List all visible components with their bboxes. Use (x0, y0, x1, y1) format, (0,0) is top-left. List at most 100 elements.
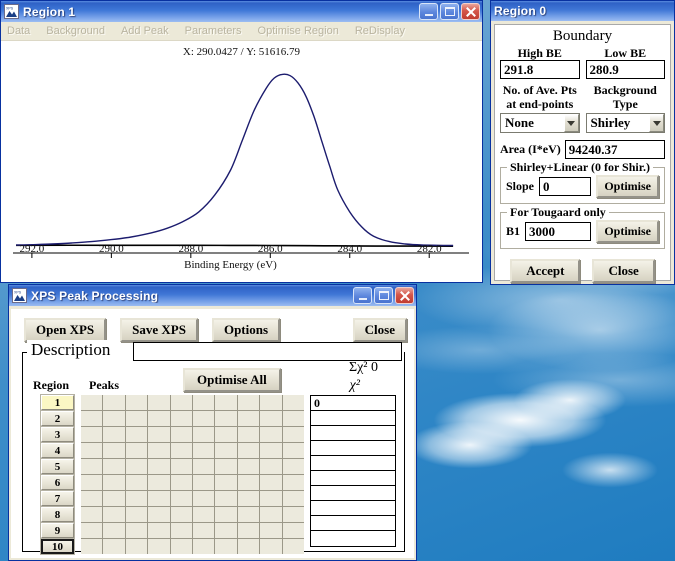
peak-cell-7-6[interactable] (192, 491, 215, 506)
peak-cell-3-10[interactable] (282, 427, 304, 442)
peak-cell-4-6[interactable] (192, 443, 215, 458)
region-button-10[interactable]: 10 (41, 539, 74, 554)
peak-cell-5-7[interactable] (215, 459, 237, 474)
region-button-8[interactable]: 8 (41, 507, 74, 522)
chevron-down-icon[interactable] (649, 114, 664, 132)
region0-titlebar[interactable]: Region 0 (491, 1, 674, 21)
peak-cell-10-5[interactable] (170, 539, 192, 554)
region-button-1[interactable]: 1 (41, 395, 74, 410)
peak-cell-2-9[interactable] (260, 411, 282, 426)
menu-item-data[interactable]: Data (7, 25, 30, 37)
xps-titlebar[interactable]: XPS XPS Peak Processing (9, 285, 416, 306)
high-be-input[interactable]: 291.8 (500, 60, 580, 79)
peak-cell-3-2[interactable] (103, 427, 125, 442)
region-button-2[interactable]: 2 (41, 411, 74, 426)
peak-cell-8-6[interactable] (192, 507, 215, 522)
save-xps-button[interactable]: Save XPS (120, 318, 198, 342)
maximize-icon[interactable] (374, 287, 393, 304)
menu-item-background[interactable]: Background (46, 25, 105, 37)
peak-cell-6-6[interactable] (192, 475, 215, 490)
ave-pts-select[interactable]: None (500, 113, 580, 133)
peak-cell-1-8[interactable] (237, 395, 260, 410)
peak-cell-4-1[interactable] (81, 443, 103, 458)
peak-cell-2-7[interactable] (215, 411, 237, 426)
peak-cell-4-2[interactable] (103, 443, 125, 458)
peak-cell-10-4[interactable] (148, 539, 170, 554)
peak-cell-9-6[interactable] (192, 523, 215, 538)
peak-cell-9-5[interactable] (170, 523, 192, 538)
peak-cell-6-4[interactable] (148, 475, 170, 490)
peak-cell-6-7[interactable] (215, 475, 237, 490)
peak-cell-9-10[interactable] (282, 523, 304, 538)
chevron-down-icon[interactable] (563, 114, 579, 132)
peak-cell-5-2[interactable] (103, 459, 125, 474)
peak-cell-6-10[interactable] (282, 475, 304, 490)
peak-cell-1-5[interactable] (170, 395, 192, 410)
peak-cell-8-1[interactable] (81, 507, 103, 522)
options-button[interactable]: Options (211, 318, 281, 342)
peak-cell-4-7[interactable] (215, 443, 237, 458)
peak-cell-8-5[interactable] (170, 507, 192, 522)
peak-cell-1-1[interactable] (81, 395, 103, 410)
peak-cell-7-10[interactable] (282, 491, 304, 506)
peak-cell-9-1[interactable] (81, 523, 103, 538)
peak-cells-grid[interactable] (81, 395, 304, 554)
spectrum-plot-area[interactable]: X: 290.0427 / Y: 51616.79 292.0 290.0 288.… (2, 42, 481, 281)
peak-cell-5-3[interactable] (125, 459, 148, 474)
menu-item-parameters[interactable]: Parameters (185, 25, 242, 37)
peak-cell-7-8[interactable] (237, 491, 260, 506)
region-button-9[interactable]: 9 (41, 523, 74, 538)
peak-cell-8-2[interactable] (103, 507, 125, 522)
peak-cell-4-3[interactable] (125, 443, 148, 458)
peak-cell-3-8[interactable] (237, 427, 260, 442)
peak-cell-1-6[interactable] (192, 395, 215, 410)
peak-cell-2-4[interactable] (148, 411, 170, 426)
peak-cell-4-5[interactable] (170, 443, 192, 458)
peak-cell-8-3[interactable] (125, 507, 148, 522)
peak-cell-3-3[interactable] (125, 427, 148, 442)
peak-cell-7-9[interactable] (260, 491, 282, 506)
b1-input[interactable]: 3000 (525, 222, 592, 241)
peak-cell-8-8[interactable] (237, 507, 260, 522)
optimise-b1-button[interactable]: Optimise (596, 220, 659, 243)
peak-cell-5-6[interactable] (192, 459, 215, 474)
peak-cell-8-9[interactable] (260, 507, 282, 522)
peak-cell-9-9[interactable] (260, 523, 282, 538)
peak-cell-4-9[interactable] (260, 443, 282, 458)
peak-cell-7-5[interactable] (170, 491, 192, 506)
low-be-input[interactable]: 280.9 (585, 60, 665, 79)
peak-cell-3-6[interactable] (192, 427, 215, 442)
slope-input[interactable]: 0 (539, 177, 592, 196)
peak-cell-8-10[interactable] (282, 507, 304, 522)
peak-cell-7-7[interactable] (215, 491, 237, 506)
peak-cell-1-4[interactable] (148, 395, 170, 410)
peak-cell-7-1[interactable] (81, 491, 103, 506)
peak-cell-2-6[interactable] (192, 411, 215, 426)
peak-cell-2-10[interactable] (282, 411, 304, 426)
peak-cell-1-9[interactable] (260, 395, 282, 410)
peak-cell-8-7[interactable] (215, 507, 237, 522)
minimize-icon[interactable] (419, 3, 438, 20)
maximize-icon[interactable] (440, 3, 459, 20)
peak-cell-6-1[interactable] (81, 475, 103, 490)
close-button[interactable]: Close (592, 259, 655, 283)
peak-cell-6-5[interactable] (170, 475, 192, 490)
peak-cell-5-9[interactable] (260, 459, 282, 474)
peak-cell-10-7[interactable] (215, 539, 237, 554)
peak-cell-10-9[interactable] (260, 539, 282, 554)
description-input[interactable] (133, 342, 402, 361)
peak-cell-2-2[interactable] (103, 411, 125, 426)
peak-cell-5-5[interactable] (170, 459, 192, 474)
peak-cell-5-8[interactable] (237, 459, 260, 474)
optimise-slope-button[interactable]: Optimise (596, 175, 659, 198)
peak-cell-2-3[interactable] (125, 411, 148, 426)
region-button-3[interactable]: 3 (41, 427, 74, 442)
peak-cell-5-1[interactable] (81, 459, 103, 474)
peak-cell-2-1[interactable] (81, 411, 103, 426)
peak-cell-4-10[interactable] (282, 443, 304, 458)
peak-cell-1-2[interactable] (103, 395, 125, 410)
peak-cell-6-2[interactable] (103, 475, 125, 490)
accept-button[interactable]: Accept (510, 259, 581, 283)
peak-cell-10-2[interactable] (103, 539, 125, 554)
peak-cell-3-9[interactable] (260, 427, 282, 442)
